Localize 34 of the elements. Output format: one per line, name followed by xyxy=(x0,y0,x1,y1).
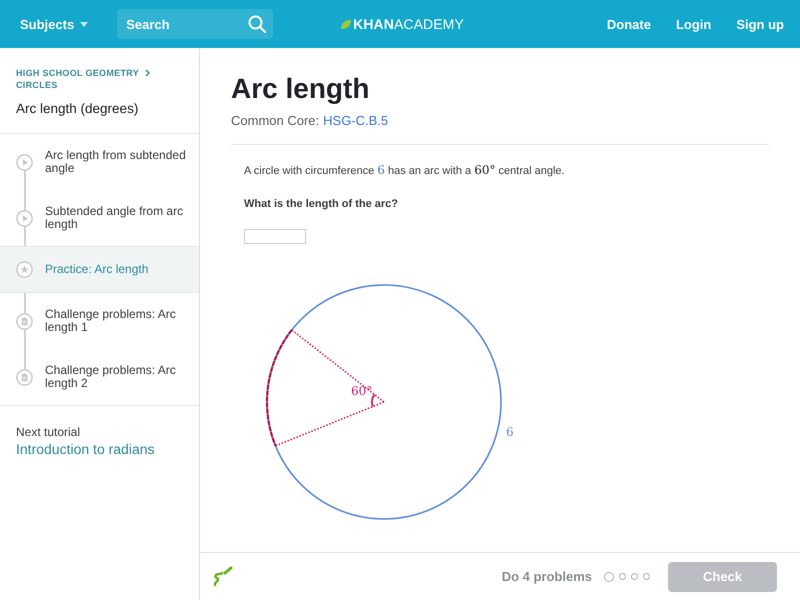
angle-label: 60° xyxy=(351,384,372,398)
sidebar-item[interactable]: Arc length from subtended angle xyxy=(0,134,199,190)
caret-icon xyxy=(80,22,88,26)
answer-field[interactable] xyxy=(244,229,306,244)
nav-link[interactable]: Sign up xyxy=(736,16,784,32)
angle-marker xyxy=(371,394,376,407)
leaf-icon xyxy=(340,18,352,30)
exercise-title: Arc length xyxy=(231,72,370,106)
document-icon xyxy=(16,368,33,386)
next-tutorial-link[interactable]: Introduction to radians xyxy=(16,440,183,458)
progress-label: Do 4 problems xyxy=(502,569,592,584)
search-icon[interactable] xyxy=(248,15,266,33)
problem-statement: A circle with circumference 6 has an arc with a 60° central angle. xyxy=(244,162,566,179)
play-icon xyxy=(16,210,33,226)
tutorial-title: Arc length (degrees) xyxy=(16,100,140,118)
breadcrumb-link[interactable]: HIGH SCHOOL GEOMETRY xyxy=(16,67,140,79)
breadcrumb-link[interactable]: CIRCLES xyxy=(16,79,58,91)
subjects-menu[interactable]: Subjects xyxy=(20,16,88,32)
sidebar-item[interactable]: Subtended angle from arc length xyxy=(0,190,199,246)
standard-label: Common Core: xyxy=(231,112,320,130)
circumference-label: 6 xyxy=(506,425,514,439)
sidebar-item[interactable]: Challenge problems: Arc length 2 xyxy=(0,349,199,405)
standard-link[interactable]: HSG-C.B.5 xyxy=(323,112,388,130)
question-text: What is the length of the arc? xyxy=(244,197,400,212)
document-icon xyxy=(16,312,33,330)
nav-link[interactable]: Login xyxy=(676,16,712,32)
chevron-icon xyxy=(145,69,150,77)
play-icon xyxy=(16,154,33,170)
sidebar-item[interactable]: Practice: Arc length xyxy=(0,246,199,293)
sidebar-item[interactable]: Challenge problems: Arc length 1 xyxy=(0,293,199,349)
logo-text[interactable]: KHANACADEMY xyxy=(353,16,464,32)
next-tutorial-caption: Next tutorial xyxy=(16,424,82,440)
scribble-icon[interactable] xyxy=(213,566,233,587)
nav-link[interactable]: Donate xyxy=(606,16,651,32)
